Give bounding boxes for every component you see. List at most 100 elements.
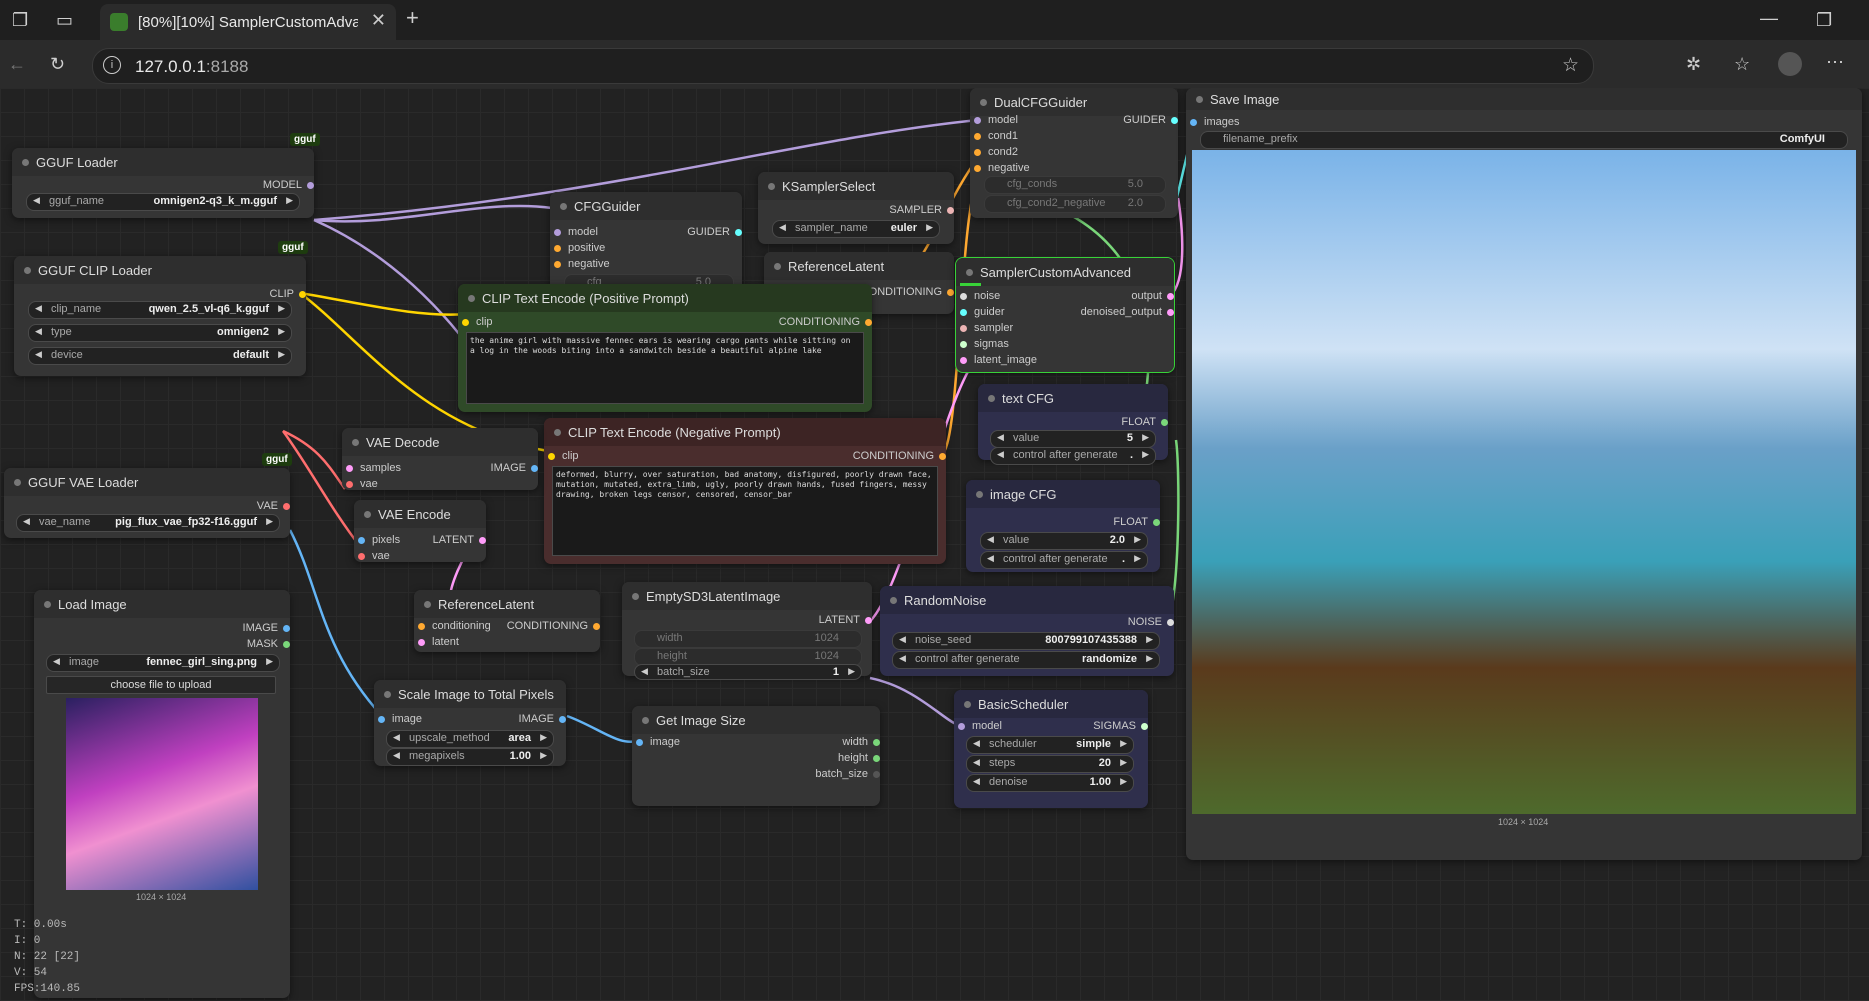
- widget-value[interactable]: ◀ value 5 ▶: [990, 430, 1156, 448]
- widget-scheduler[interactable]: ◀ scheduler simple ▶: [966, 736, 1134, 754]
- input-clip[interactable]: clip: [462, 316, 493, 328]
- node-reference-latent-2[interactable]: ReferenceLatent conditioning latent COND…: [414, 590, 601, 652]
- input-clip[interactable]: clip: [548, 450, 579, 462]
- widget-sampler-name[interactable]: ◀ sampler_name euler ▶: [772, 220, 940, 238]
- reload-icon[interactable]: ↻: [50, 54, 65, 74]
- widget-value[interactable]: ◀ value 2.0 ▶: [980, 532, 1148, 550]
- output-float[interactable]: FLOAT: [1113, 516, 1160, 528]
- input-image[interactable]: image: [378, 713, 422, 725]
- input-latent[interactable]: latent: [418, 636, 459, 648]
- output-mask[interactable]: MASK: [247, 638, 291, 650]
- output-vae[interactable]: VAE: [257, 500, 291, 512]
- widget-upscale-method[interactable]: ◀ upscale_method area ▶: [386, 730, 554, 748]
- widget-clip-name[interactable]: ◀ clip_name qwen_2.5_vl-q6_k.gguf ▶: [28, 301, 292, 319]
- output-image[interactable]: IMAGE: [491, 462, 539, 474]
- input-latent-image[interactable]: latent_image: [960, 354, 1037, 366]
- output-sampler[interactable]: SAMPLER: [889, 204, 954, 216]
- node-graph-canvas[interactable]: gguf GGUF Loader MODEL ◀ gguf_name omnigen…: [0, 88, 1869, 1001]
- widget-gguf-name[interactable]: ◀ gguf_name omnigen2-q3_k_m.gguf ▶: [26, 193, 300, 211]
- input-image[interactable]: image: [636, 736, 680, 748]
- output-conditioning[interactable]: CONDITIONING: [853, 450, 947, 462]
- input-vae[interactable]: vae: [358, 550, 390, 562]
- favorites-icon[interactable]: ☆: [1734, 54, 1750, 74]
- choose-file-button[interactable]: choose file to upload: [46, 676, 276, 694]
- node-dual-cfg-guider[interactable]: DualCFGGuider model cond1 cond2 negative…: [970, 88, 1178, 218]
- node-clip-text-encode-positive[interactable]: CLIP Text Encode (Positive Prompt) clip …: [458, 284, 873, 412]
- node-image-cfg[interactable]: image CFG FLOAT ◀ value 2.0 ▶ ◀ control afte…: [966, 480, 1160, 572]
- widget-control-after-generate[interactable]: ◀ control after generate randomize ▶: [892, 651, 1160, 669]
- output-batch-size[interactable]: batch_size: [815, 768, 880, 780]
- node-gguf-clip-loader[interactable]: GGUF CLIP Loader CLIP ◀ clip_name qwen_2.5…: [14, 256, 307, 376]
- widget-control-after-generate[interactable]: ◀ control after generate. ▶: [980, 551, 1148, 569]
- favorite-star-icon[interactable]: ☆: [1562, 54, 1579, 77]
- close-tab-icon[interactable]: ✕: [371, 10, 386, 31]
- workspaces-icon[interactable]: ❐: [12, 10, 28, 30]
- input-conditioning[interactable]: conditioning: [418, 620, 491, 632]
- node-get-image-size[interactable]: Get Image Size image width height batch_…: [632, 706, 880, 806]
- widget-control-after-generate[interactable]: ◀ control after generate. ▶: [990, 447, 1156, 465]
- input-noise[interactable]: noise: [960, 290, 1000, 302]
- output-height[interactable]: height: [838, 752, 880, 764]
- widget-width[interactable]: width 1024: [634, 630, 862, 648]
- profile-avatar[interactable]: [1778, 52, 1802, 76]
- input-model[interactable]: model: [554, 226, 598, 238]
- output-conditioning[interactable]: CONDITIONING: [779, 316, 873, 328]
- input-sampler[interactable]: sampler: [960, 322, 1013, 334]
- node-vae-encode[interactable]: VAE Encode pixels vae LATENT: [354, 500, 487, 562]
- widget-vae-name[interactable]: ◀ vae_name pig_flux_vae_fp32-f16.gguf ▶: [16, 514, 280, 532]
- widget-steps[interactable]: ◀ steps 20 ▶: [966, 755, 1134, 773]
- widget-image[interactable]: ◀ image fennec_girl_sing.png ▶: [46, 654, 280, 672]
- tab-actions-icon[interactable]: ▭: [56, 10, 73, 30]
- output-sigmas[interactable]: SIGMAS: [1093, 720, 1148, 732]
- input-images[interactable]: images: [1190, 116, 1239, 128]
- widget-denoise[interactable]: ◀ denoise 1.00 ▶: [966, 774, 1134, 792]
- node-save-image[interactable]: Save Image images filename_prefix ComfyUI…: [1186, 88, 1862, 860]
- output-guider[interactable]: GUIDER: [687, 226, 742, 238]
- output-noise[interactable]: NOISE: [1128, 616, 1175, 628]
- input-vae[interactable]: vae: [346, 478, 378, 490]
- input-model[interactable]: model: [974, 114, 1018, 126]
- more-menu-icon[interactable]: ⋯: [1826, 52, 1844, 72]
- widget-megapixels[interactable]: ◀ megapixels 1.00 ▶: [386, 748, 554, 766]
- output-image[interactable]: IMAGE: [243, 622, 291, 634]
- input-sigmas[interactable]: sigmas: [960, 338, 1009, 350]
- input-guider[interactable]: guider: [960, 306, 1005, 318]
- widget-filename-prefix[interactable]: filename_prefix ComfyUI: [1200, 131, 1848, 149]
- input-negative[interactable]: negative: [554, 258, 610, 270]
- input-samples[interactable]: samples: [346, 462, 401, 474]
- output-clip[interactable]: CLIP: [270, 288, 307, 300]
- output-width[interactable]: width: [842, 736, 880, 748]
- extensions-icon[interactable]: ✲: [1686, 54, 1701, 74]
- widget-cfg-conds[interactable]: cfg_conds 5.0: [984, 176, 1166, 194]
- output-latent[interactable]: LATENT: [819, 614, 873, 626]
- node-scale-image[interactable]: Scale Image to Total Pixels image IMAGE …: [374, 680, 567, 766]
- output-conditioning[interactable]: CONDITIONING: [507, 620, 601, 632]
- node-random-noise[interactable]: RandomNoise NOISE ◀ noise_seed 80079910743…: [880, 586, 1175, 676]
- negative-prompt-textarea[interactable]: deformed, blurry, over saturation, bad a…: [552, 466, 938, 556]
- output-float[interactable]: FLOAT: [1121, 416, 1168, 428]
- positive-prompt-textarea[interactable]: the anime girl with massive fennec ears …: [466, 332, 864, 404]
- node-vae-decode[interactable]: VAE Decode samples vae IMAGE: [342, 428, 539, 490]
- output-latent[interactable]: LATENT: [433, 534, 487, 546]
- output-model[interactable]: MODEL: [263, 179, 315, 191]
- node-sampler-custom-advanced[interactable]: SamplerCustomAdvanced noise guider sampl…: [955, 257, 1175, 373]
- node-basic-scheduler[interactable]: BasicScheduler model SIGMAS ◀ scheduler si…: [954, 690, 1148, 808]
- output-image[interactable]: IMAGE: [519, 713, 567, 725]
- widget-type[interactable]: ◀ type omnigen2 ▶: [28, 324, 292, 342]
- output-output[interactable]: output: [1131, 290, 1174, 302]
- input-model[interactable]: model: [958, 720, 1002, 732]
- minimize-icon[interactable]: —: [1760, 8, 1778, 28]
- node-clip-text-encode-negative[interactable]: CLIP Text Encode (Negative Prompt) clip …: [544, 418, 947, 564]
- output-conditioning[interactable]: CONDITIONING: [861, 286, 955, 298]
- output-denoised[interactable]: denoised_output: [1081, 306, 1175, 318]
- widget-device[interactable]: ◀ device default ▶: [28, 347, 292, 365]
- node-gguf-loader[interactable]: GGUF Loader MODEL ◀ gguf_name omnigen2-q3_…: [12, 148, 315, 218]
- site-info-icon[interactable]: i: [103, 56, 121, 74]
- back-icon[interactable]: ←: [8, 54, 26, 74]
- node-gguf-vae-loader[interactable]: GGUF VAE Loader VAE ◀ vae_name pig_flux_va…: [4, 468, 291, 538]
- node-text-cfg[interactable]: text CFG FLOAT ◀ value 5 ▶ ◀ control after g…: [978, 384, 1168, 465]
- input-cond1[interactable]: cond1: [974, 130, 1018, 142]
- input-negative[interactable]: negative: [974, 162, 1030, 174]
- node-ksampler-select[interactable]: KSamplerSelect SAMPLER ◀ sampler_name eule…: [758, 172, 954, 244]
- new-tab-icon[interactable]: +: [406, 7, 419, 29]
